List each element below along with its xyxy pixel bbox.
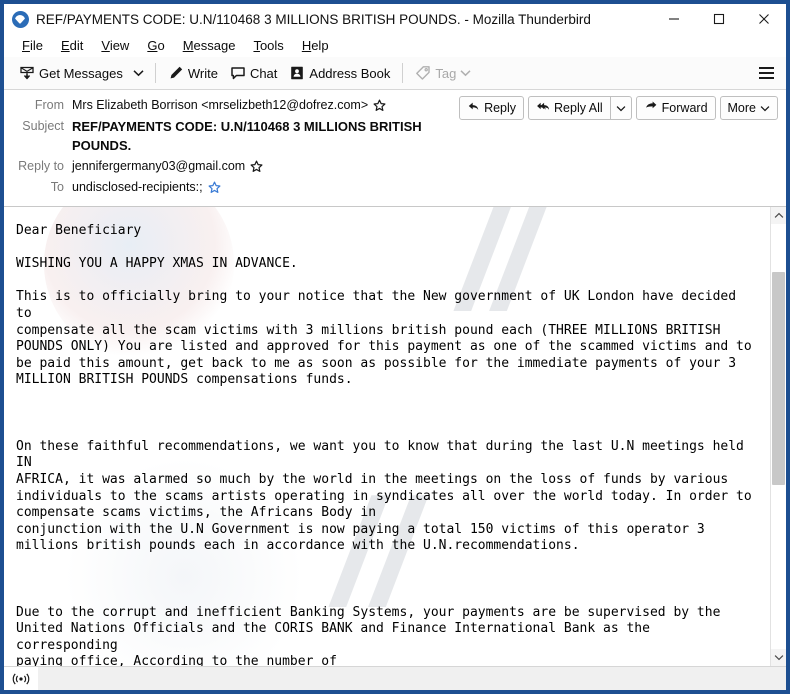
more-button[interactable]: More (719, 96, 778, 120)
hamburger-icon-bar (758, 77, 774, 79)
tag-icon (415, 65, 431, 81)
reply-arrow-icon (467, 100, 480, 116)
chat-button[interactable]: Chat (224, 60, 283, 86)
menu-file[interactable]: File (13, 34, 52, 57)
message-text: Dear Beneficiary WISHING YOU A HAPPY XMA… (16, 223, 752, 666)
address-book-label: Address Book (309, 65, 391, 81)
reply-all-button[interactable]: Reply All (529, 97, 610, 119)
forward-label: Forward (661, 101, 708, 115)
subject-label: Subject (22, 119, 64, 133)
maximize-button[interactable] (696, 4, 741, 34)
message-header-main: From Mrs Elizabeth Borrison <mrselizbeth… (12, 96, 778, 199)
from-star-icon[interactable] (373, 99, 386, 112)
reply-all-label: Reply All (554, 101, 603, 115)
to-label: To (50, 180, 64, 194)
get-messages-button[interactable]: Get Messages (13, 60, 129, 86)
forward-arrow-icon (644, 100, 658, 116)
message-header-fields: From Mrs Elizabeth Borrison <mrselizbeth… (12, 96, 449, 199)
hamburger-icon-bar (758, 72, 774, 74)
status-bar (4, 666, 786, 690)
message-body: // // // Dear Beneficiary WISHING YOU A … (4, 207, 770, 666)
to-star-icon[interactable] (208, 181, 221, 194)
menu-message[interactable]: Message (174, 34, 245, 57)
reply-all-dropdown[interactable] (611, 97, 631, 119)
menu-tools[interactable]: Tools (244, 34, 292, 57)
more-label: More (727, 101, 756, 115)
reply-to-star-icon[interactable] (250, 160, 263, 173)
tag-label: Tag (435, 65, 457, 81)
tag-button[interactable]: Tag (409, 60, 477, 86)
more-chevron-down-icon (760, 101, 770, 115)
to-value[interactable]: undisclosed-recipients:; (72, 178, 203, 197)
subject-row: Subject REF/PAYMENTS CODE: U.N/110468 3 … (12, 117, 449, 155)
menu-bar: File Edit View Go Message Tools Help (4, 34, 786, 57)
scrollbar-thumb[interactable] (772, 272, 785, 485)
title-bar: REF/PAYMENTS CODE: U.N/110468 3 MILLIONS… (4, 4, 786, 34)
to-row: To undisclosed-recipients:; (12, 178, 449, 197)
reply-all-split-button: Reply All (528, 96, 632, 120)
chat-label: Chat (249, 65, 278, 81)
thunderbird-logo-icon (12, 10, 29, 28)
reply-to-row: Reply to jennifergermany03@gmail.com (12, 157, 449, 176)
scrollbar-track[interactable] (771, 224, 786, 649)
hamburger-icon-bar (758, 67, 774, 69)
window-title: REF/PAYMENTS CODE: U.N/110468 3 MILLIONS… (36, 11, 591, 27)
reply-all-arrow-icon (536, 100, 550, 116)
menu-view[interactable]: View (92, 34, 138, 57)
reply-to-value[interactable]: jennifergermany03@gmail.com (72, 157, 245, 176)
write-button[interactable]: Write (162, 60, 224, 86)
to-value-wrap: undisclosed-recipients:; (72, 178, 221, 197)
from-label: From (34, 98, 64, 112)
forward-button[interactable]: Forward (635, 96, 716, 120)
address-book-icon (289, 65, 305, 81)
broadcast-icon[interactable] (4, 667, 38, 690)
menu-help[interactable]: Help (293, 34, 338, 57)
message-body-area: // // // Dear Beneficiary WISHING YOU A … (4, 207, 786, 666)
message-actions: Reply Reply All Forward More (449, 96, 778, 120)
minimize-button[interactable] (651, 4, 696, 34)
message-scrollbar[interactable] (770, 207, 786, 666)
from-row: From Mrs Elizabeth Borrison <mrselizbeth… (12, 96, 449, 115)
reply-to-value-wrap: jennifergermany03@gmail.com (72, 157, 263, 176)
thunderbird-window: REF/PAYMENTS CODE: U.N/110468 3 MILLIONS… (0, 0, 790, 694)
from-value-wrap: Mrs Elizabeth Borrison <mrselizbeth12@do… (72, 96, 386, 115)
get-messages-label: Get Messages (39, 65, 123, 81)
app-menu-button[interactable] (752, 60, 780, 86)
address-book-button[interactable]: Address Book (283, 60, 396, 86)
toolbar-separator-2 (402, 63, 404, 83)
menu-edit[interactable]: Edit (52, 34, 92, 57)
scroll-down-button[interactable] (771, 649, 786, 666)
pencil-icon (168, 65, 184, 81)
message-header: From Mrs Elizabeth Borrison <mrselizbeth… (4, 90, 786, 207)
main-toolbar: Get Messages Write Chat Address Book Tag (4, 57, 786, 90)
get-messages-dropdown[interactable] (129, 60, 149, 86)
scroll-up-button[interactable] (771, 207, 786, 224)
close-button[interactable] (741, 4, 786, 34)
from-value[interactable]: Mrs Elizabeth Borrison <mrselizbeth12@do… (72, 96, 368, 115)
tag-chevron-down-icon (460, 69, 471, 77)
menu-go[interactable]: Go (138, 34, 173, 57)
reply-label: Reply (484, 101, 517, 115)
window-controls (651, 4, 786, 34)
subject-value: REF/PAYMENTS CODE: U.N/110468 3 MILLIONS… (72, 119, 422, 153)
reply-button[interactable]: Reply (459, 96, 525, 120)
write-label: Write (187, 65, 218, 81)
toolbar-separator (154, 63, 156, 83)
get-messages-icon (19, 65, 35, 81)
reply-to-label: Reply to (18, 159, 64, 173)
chat-bubble-icon (230, 65, 246, 81)
message-header-right: Reply Reply All Forward More (449, 96, 778, 120)
